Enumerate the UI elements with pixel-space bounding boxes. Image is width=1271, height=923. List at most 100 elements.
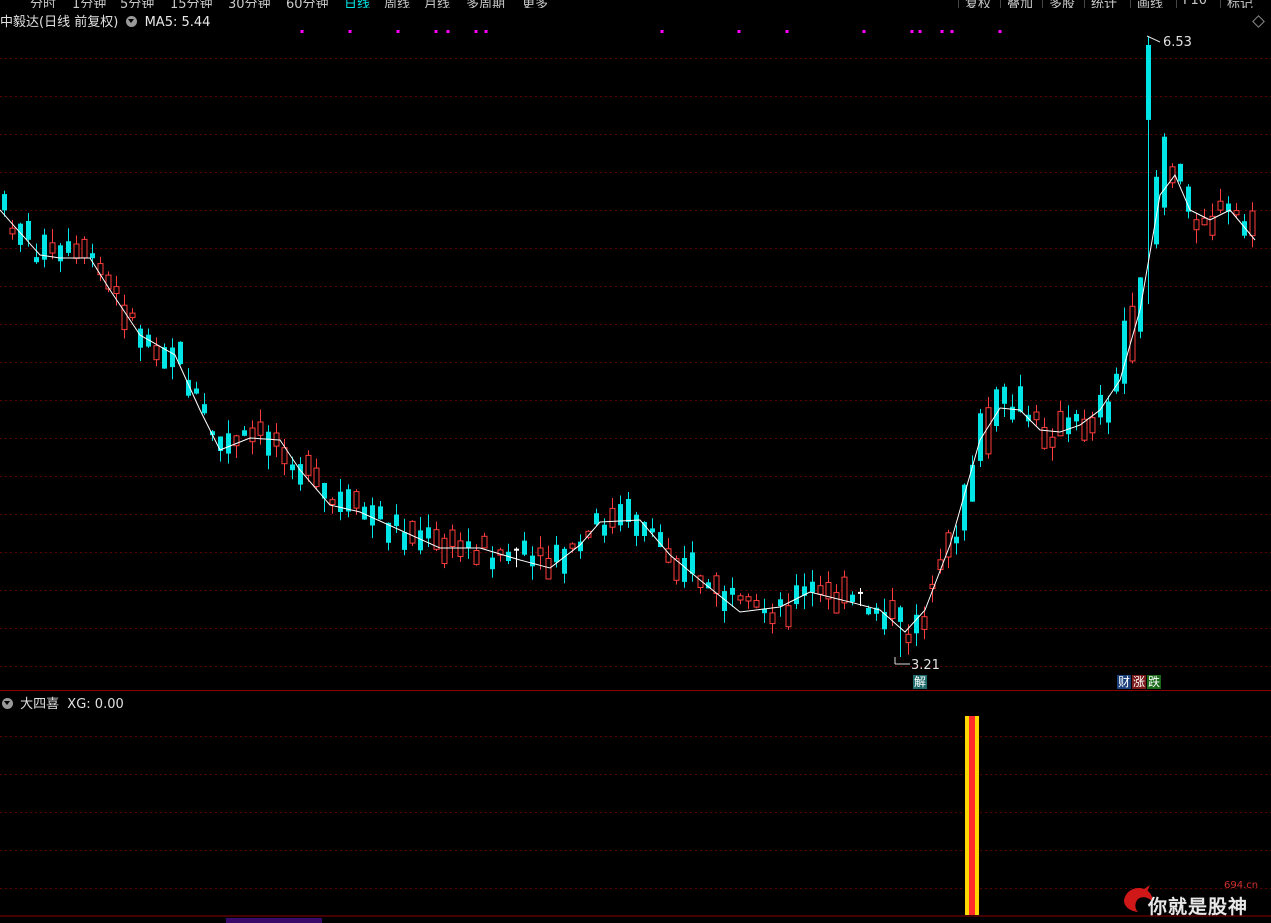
xg-value: 0.00	[94, 697, 124, 712]
candle-body-up	[545, 558, 552, 580]
sub-indicator-menu-icon[interactable]	[2, 698, 13, 709]
candle-body-up	[841, 576, 848, 604]
candle-body-down	[178, 341, 183, 365]
watermark-site: 694.cn	[1224, 880, 1259, 891]
signal-marker	[737, 30, 741, 33]
xg-signal-bar-core	[969, 716, 975, 915]
candle-body-up	[585, 530, 592, 538]
candle-body-down	[1162, 136, 1167, 208]
low-price-label: 3.21	[911, 658, 940, 673]
signal-marker	[910, 30, 914, 33]
candle-body-up	[817, 585, 824, 595]
candle-body-down	[170, 347, 175, 368]
candle-body-down	[1186, 186, 1191, 212]
candle-body-up	[753, 600, 760, 608]
candle-body-up	[713, 575, 720, 594]
signal-marker	[484, 30, 488, 33]
scrollbar-thumb	[226, 918, 322, 923]
sub-grid-lines	[0, 736, 1271, 889]
candle-body-up	[73, 243, 80, 259]
candle-body-down	[626, 499, 631, 522]
candle-body-up	[305, 454, 312, 476]
candle-body-down	[594, 513, 599, 525]
candle-body-up	[353, 491, 360, 509]
candle-body-down	[346, 489, 351, 512]
candle-body-up	[449, 529, 456, 547]
signal-marker	[950, 30, 954, 33]
candle-body-down	[58, 245, 63, 262]
candle-body-up	[833, 592, 840, 614]
signal-marker	[396, 30, 400, 33]
candle-body-down	[618, 504, 623, 526]
candle-body-down	[602, 524, 607, 536]
candle-body-down	[1178, 163, 1183, 182]
candle-body-up	[769, 612, 776, 625]
candle-body-down	[1122, 320, 1127, 384]
signal-marker	[785, 30, 789, 33]
signal-marker	[940, 30, 944, 33]
watermark-text: 你就是股神	[1148, 896, 1249, 918]
candle-body-down	[290, 464, 295, 471]
candle-body-up	[153, 345, 160, 361]
ma5-line	[0, 174, 1256, 633]
candle-body-up	[1233, 210, 1240, 216]
extreme-labels: 6.53 3.21	[894, 35, 1192, 673]
candle-body-down	[1146, 45, 1151, 120]
candle-body-up	[49, 242, 56, 254]
candle-body-up	[1033, 411, 1040, 421]
candle-body-up	[457, 540, 464, 558]
candle-body-down	[1018, 386, 1023, 412]
candle-body-down	[634, 514, 639, 536]
candle-body-doji	[514, 548, 519, 551]
candle-body-up	[481, 535, 488, 549]
candle-body-down	[962, 484, 967, 531]
candle-body-up	[985, 407, 992, 455]
candle-body-up	[1217, 200, 1224, 211]
indicator-name: 大四喜	[20, 697, 60, 712]
candle-body-down	[642, 522, 647, 536]
candle-body-up	[113, 286, 120, 295]
candle-body-down	[402, 532, 407, 550]
signal-marker	[862, 30, 866, 33]
candle-body-down	[490, 557, 495, 570]
candle-body-up	[313, 467, 320, 488]
candle-body-down	[794, 585, 799, 605]
signal-tag-zhang: 涨	[1132, 675, 1147, 689]
candle-body-down	[530, 555, 535, 567]
candle-body-down	[810, 581, 815, 593]
signal-tag-jie: 解	[913, 675, 928, 689]
candle-body-up	[1049, 436, 1056, 448]
signal-tag-die: 跌	[1147, 675, 1162, 689]
candle-body-up	[609, 507, 616, 528]
candle-body-down	[90, 253, 95, 259]
candle-body-up	[1089, 417, 1096, 434]
candle-body-down	[658, 532, 663, 547]
candle-body-up	[1201, 217, 1208, 226]
candle-body-down	[562, 548, 567, 574]
candle-body-down	[242, 430, 247, 436]
candle-body-down	[650, 528, 655, 533]
xg-label: XG:	[67, 697, 91, 712]
candle-body-down	[898, 607, 903, 622]
candle-body-up	[905, 633, 912, 644]
candle-body-down	[338, 491, 343, 512]
candle-body-down	[466, 541, 471, 549]
candle-body-down	[690, 552, 695, 574]
candle-body-down	[1002, 386, 1007, 404]
candle-body-down	[202, 404, 207, 414]
candle-body-down	[954, 536, 959, 544]
candle-body-down	[194, 388, 199, 394]
candle-body-down	[522, 540, 527, 555]
candle-body-down	[778, 599, 783, 607]
chart-canvas[interactable]: 6.53 3.21	[0, 0, 1271, 923]
candle-body-down	[850, 594, 855, 602]
candle-body-up	[81, 238, 88, 259]
candle-body-down	[298, 464, 303, 485]
signal-marker	[446, 30, 450, 33]
candle-body-up	[1129, 305, 1136, 362]
candle-body-down	[994, 389, 999, 426]
signal-marker	[660, 30, 664, 33]
signal-marker	[998, 30, 1002, 33]
candle-body-up	[785, 605, 792, 628]
top-markers	[300, 30, 1002, 33]
